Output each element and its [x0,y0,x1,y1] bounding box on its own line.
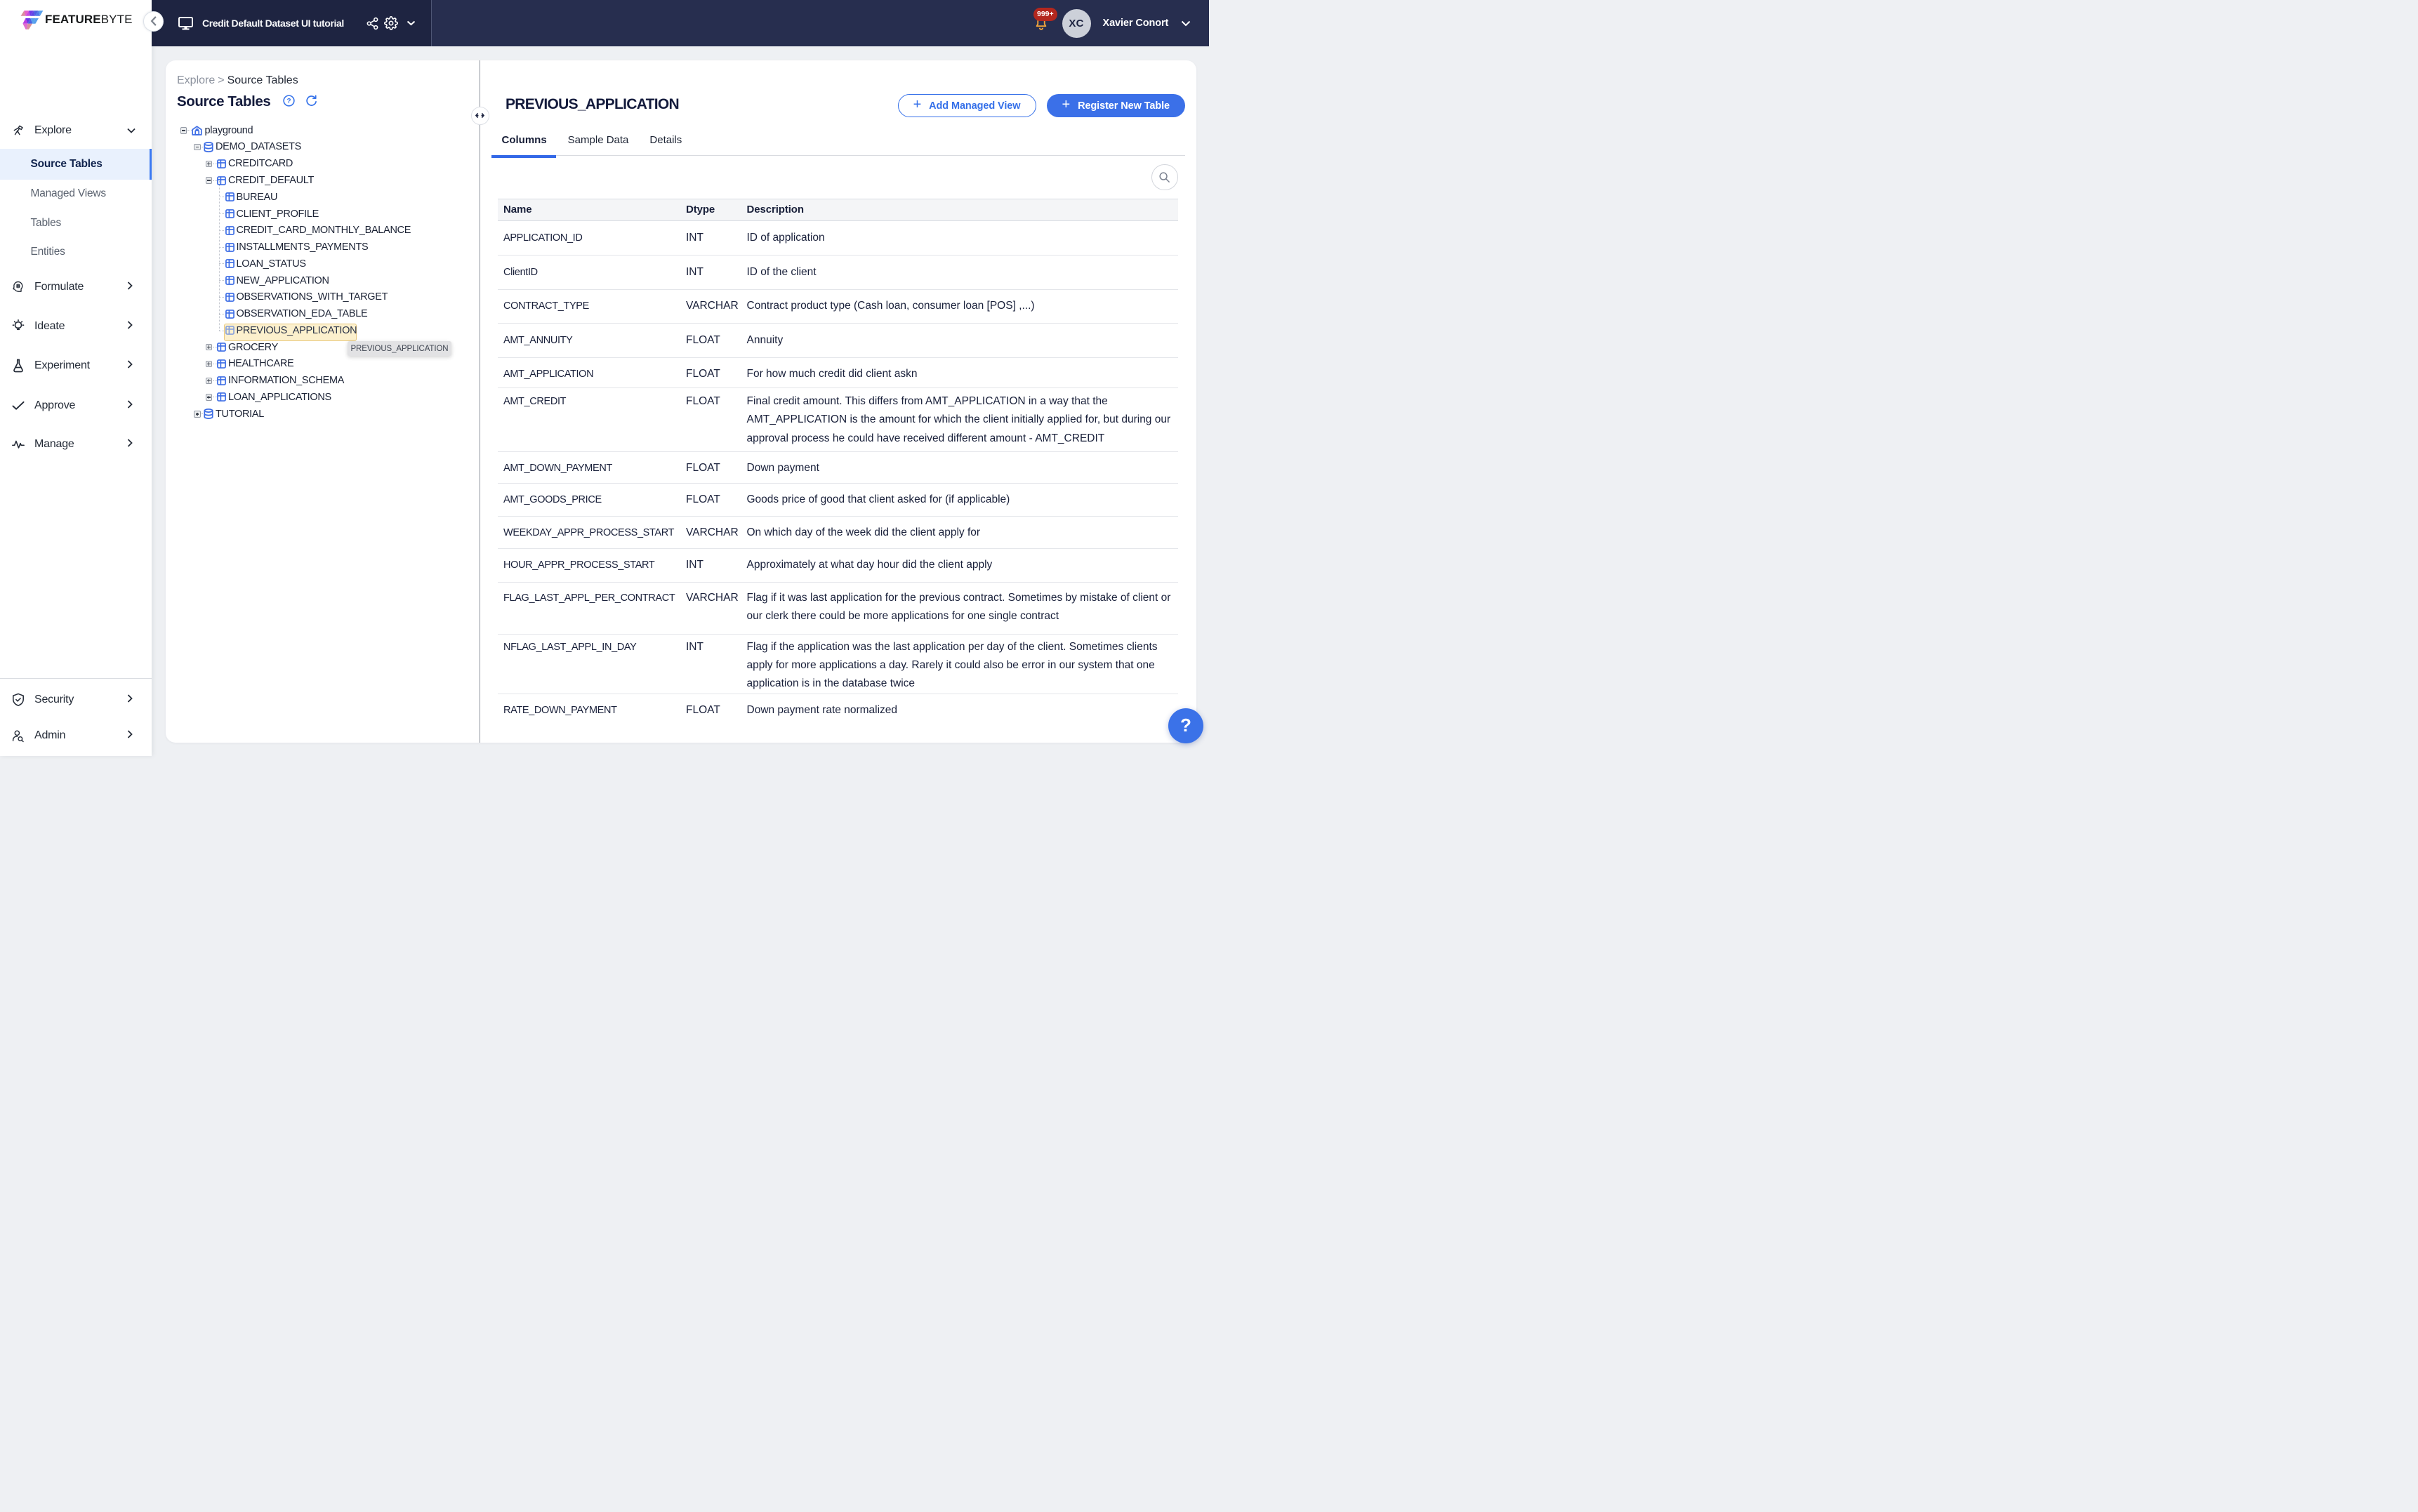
svg-text:?: ? [286,97,291,105]
